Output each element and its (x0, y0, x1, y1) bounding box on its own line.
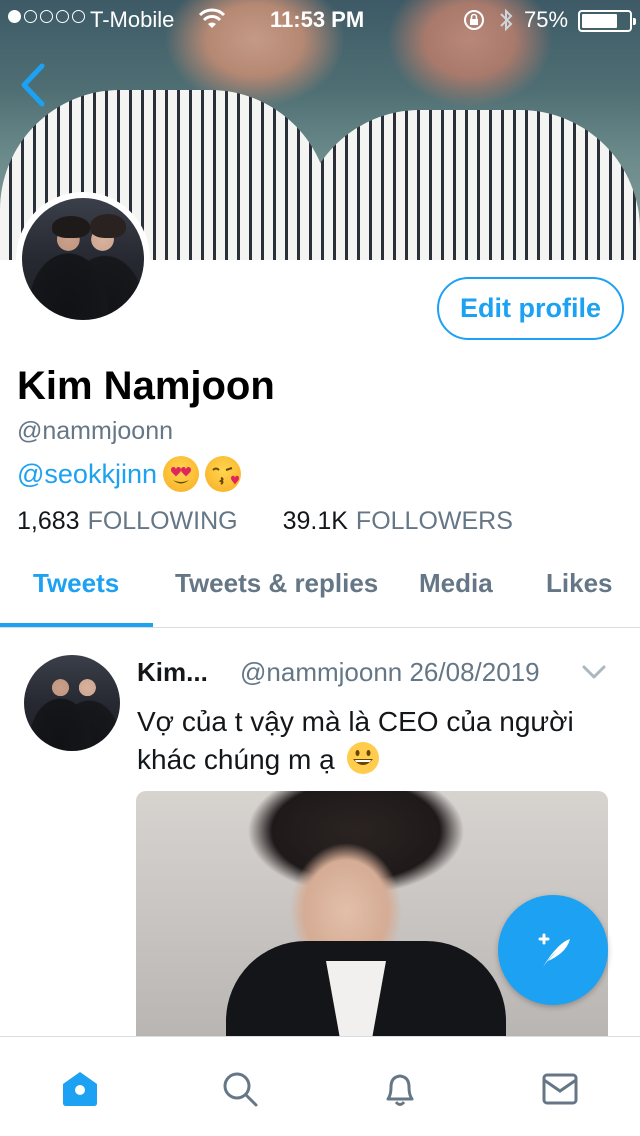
nav-messages[interactable] (538, 1067, 582, 1111)
grinning-emoji-icon (347, 742, 380, 774)
banner-jersey-right (300, 110, 640, 260)
battery-icon (578, 10, 636, 32)
mail-icon (542, 1073, 578, 1105)
bell-icon (386, 1074, 414, 1106)
bio-mention-link[interactable]: @seokkjinn (17, 459, 157, 490)
tweet-avatar[interactable] (24, 655, 120, 751)
heart-eyes-emoji-icon (162, 456, 199, 492)
search-icon (223, 1072, 258, 1107)
following-count: 1,683 (17, 507, 80, 535)
tab-tweets[interactable]: Tweets (33, 568, 119, 599)
tab-tweets-replies[interactable]: Tweets & replies (175, 568, 378, 599)
back-button[interactable] (14, 60, 54, 110)
tweet-options-button[interactable] (580, 660, 608, 689)
kiss-emoji-icon (204, 456, 241, 492)
profile-tabs: Tweets Tweets & replies Media Likes (0, 555, 640, 628)
carrier-label: T-Mobile (90, 7, 175, 32)
profile-avatar[interactable] (16, 192, 150, 326)
compose-quill-icon (538, 933, 570, 967)
chevron-left-icon (21, 63, 45, 107)
battery-percentage: 75% (524, 7, 569, 32)
profile-stats: 1,683 FOLLOWING 39.1K FOLLOWERS (17, 507, 513, 536)
home-icon (63, 1072, 97, 1106)
followers-stat[interactable]: 39.1K FOLLOWERS (283, 507, 513, 536)
nav-search[interactable] (218, 1067, 262, 1111)
status-bar: T-Mobile 11:53 PM 75% (0, 0, 640, 40)
status-time: 11:53 PM (270, 7, 365, 32)
followers-label: FOLLOWERS (355, 507, 513, 535)
followers-count: 39.1K (282, 507, 348, 535)
wifi-icon (198, 8, 226, 36)
active-tab-indicator (0, 623, 153, 627)
nav-home[interactable] (58, 1067, 102, 1111)
nav-notifications[interactable] (378, 1067, 422, 1111)
tab-likes[interactable]: Likes (546, 568, 613, 599)
profile-handle: @nammjoonn (17, 417, 174, 445)
chevron-down-icon (582, 665, 606, 679)
avatar-photo (22, 198, 144, 320)
orientation-lock-icon (462, 8, 486, 38)
signal-strength-icon (8, 10, 85, 23)
bottom-navigation (0, 1036, 640, 1136)
tweet-author-name[interactable]: Kim... (137, 657, 208, 688)
compose-tweet-button[interactable] (498, 895, 608, 1005)
tab-media[interactable]: Media (419, 568, 493, 599)
following-stat[interactable]: 1,683 FOLLOWING (17, 507, 238, 536)
tweet-text: Vợ của t vậy mà là CEO của người khác ch… (137, 703, 617, 779)
bluetooth-icon (498, 7, 514, 39)
tweet-meta: @nammjoonn 26/08/2019 (240, 657, 540, 687)
edit-profile-button[interactable]: Edit profile (437, 277, 624, 340)
profile-name: Kim Namjoon (17, 364, 275, 408)
profile-bio: @seokkjinn (17, 456, 241, 492)
following-label: FOLLOWING (87, 507, 238, 535)
